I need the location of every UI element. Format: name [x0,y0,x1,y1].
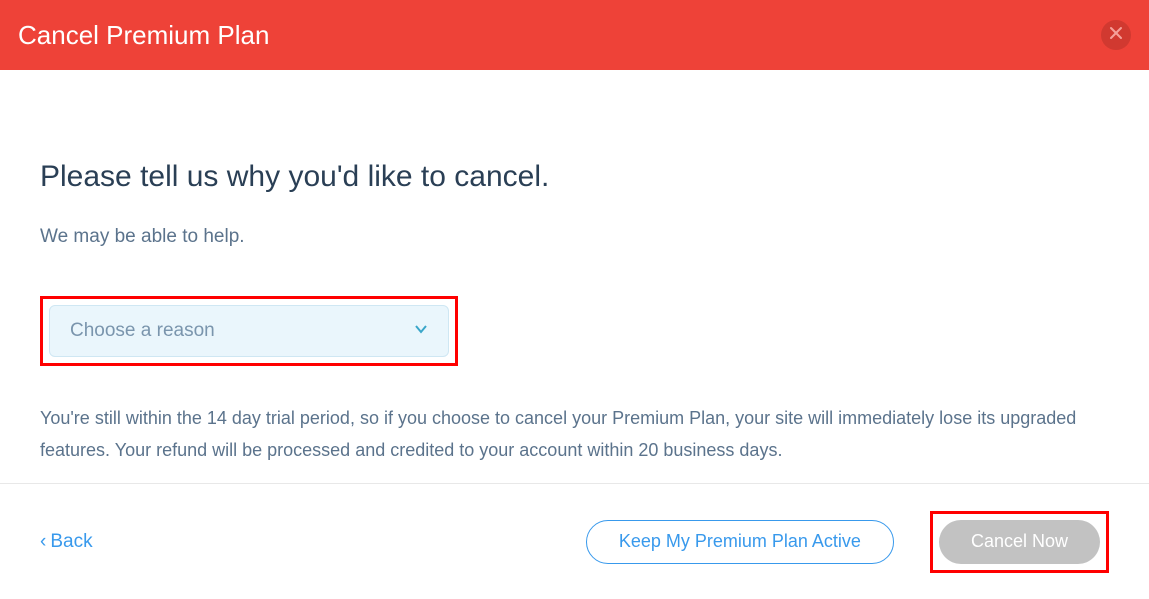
close-button[interactable] [1101,20,1131,50]
chevron-left-icon: ‹ [40,531,46,553]
dialog-header: Cancel Premium Plan [0,0,1149,70]
dialog-content: Please tell us why you'd like to cancel.… [0,70,1149,483]
trial-notice-text: You're still within the 14 day trial per… [40,402,1109,467]
chevron-down-icon [414,322,428,341]
reason-select-highlight: Choose a reason [40,296,458,366]
keep-plan-active-button[interactable]: Keep My Premium Plan Active [586,520,894,564]
reason-select[interactable]: Choose a reason [49,305,449,357]
dialog-title: Cancel Premium Plan [18,20,269,51]
cancel-now-button[interactable]: Cancel Now [939,520,1100,564]
close-icon [1109,26,1123,45]
cancel-now-highlight: Cancel Now [930,511,1109,573]
back-link[interactable]: ‹ Back [40,531,93,553]
cancel-plan-dialog: Cancel Premium Plan Please tell us why y… [0,0,1149,599]
dialog-footer: ‹ Back Keep My Premium Plan Active Cance… [0,483,1149,599]
footer-actions: Keep My Premium Plan Active Cancel Now [586,511,1109,573]
back-label: Back [50,531,92,553]
reason-select-placeholder: Choose a reason [70,320,215,342]
cancel-reason-subtext: We may be able to help. [40,226,1109,248]
cancel-reason-heading: Please tell us why you'd like to cancel. [40,160,1109,194]
